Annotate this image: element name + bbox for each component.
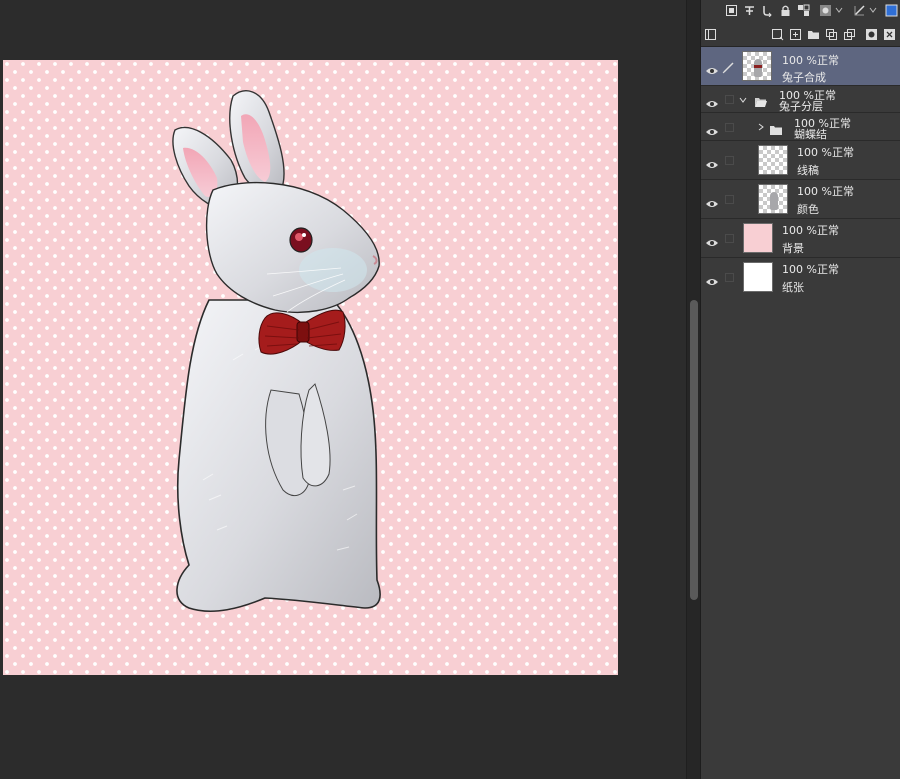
layer-blend-info: 100 %正常	[782, 263, 839, 276]
layer-mask-icon[interactable]	[865, 28, 878, 41]
layer-name[interactable]: 线稿	[797, 162, 819, 178]
layer-color-icon[interactable]	[885, 4, 898, 17]
chevron-down-icon[interactable]	[739, 96, 747, 104]
layers-panel: 100 %正常 兔子合成 100 %正常 兔子分层 100 %正常 蝴蝶结 10…	[700, 0, 900, 779]
layer-name[interactable]: 兔子合成	[782, 69, 826, 85]
reference-layer-icon[interactable]	[743, 4, 756, 17]
layer-row[interactable]: 100 %正常 兔子分层	[701, 86, 900, 113]
canvas-scrollbar[interactable]	[686, 0, 701, 779]
new-folder-icon[interactable]	[807, 28, 820, 41]
eye-icon[interactable]	[705, 194, 719, 207]
layer-effect-icon[interactable]	[725, 4, 738, 17]
layer-row[interactable]: 100 %正常 蝴蝶结	[701, 113, 900, 141]
layer-thumbnail	[758, 145, 788, 175]
layer-lock-toggle[interactable]	[725, 234, 734, 243]
layer-lock-toggle[interactable]	[725, 123, 734, 132]
layer-thumbnail	[742, 51, 772, 81]
layer-row[interactable]: 100 %正常 颜色	[701, 180, 900, 219]
eye-icon[interactable]	[705, 155, 719, 168]
layer-blend-info: 100 %正常	[782, 54, 839, 67]
mask-icon[interactable]	[819, 4, 832, 17]
lock-icon[interactable]	[779, 4, 792, 17]
pen-icon	[722, 59, 736, 74]
layer-row[interactable]: 100 %正常 兔子合成	[701, 47, 900, 86]
ruler-icon[interactable]	[853, 4, 866, 17]
layer-lock-toggle[interactable]	[725, 273, 734, 282]
folder-icon	[769, 121, 783, 135]
layer-thumbnail	[743, 223, 773, 253]
layer-toolbar-top	[701, 0, 900, 25]
eye-icon[interactable]	[705, 272, 719, 285]
layer-lock-toggle[interactable]	[725, 195, 734, 204]
chevron-right-icon[interactable]	[757, 123, 765, 131]
layer-name[interactable]: 颜色	[797, 201, 819, 217]
clipping-icon[interactable]	[761, 4, 774, 17]
layer-lock-toggle[interactable]	[725, 156, 734, 165]
layer-property-icon[interactable]	[704, 28, 717, 41]
layer-row[interactable]: 100 %正常 背景	[701, 219, 900, 258]
eye-icon[interactable]	[705, 61, 719, 74]
merge-down-icon[interactable]	[843, 28, 856, 41]
lock-transparency-icon[interactable]	[797, 4, 810, 17]
folder-open-icon	[754, 93, 768, 107]
layer-lock-toggle[interactable]	[725, 95, 734, 104]
layer-thumbnail	[758, 184, 788, 214]
layer-list-empty-area[interactable]	[701, 296, 900, 779]
layer-name[interactable]: 纸张	[782, 279, 804, 295]
layer-list: 100 %正常 兔子合成 100 %正常 兔子分层 100 %正常 蝴蝶结 10…	[701, 47, 900, 297]
transfer-to-lower-layer-icon[interactable]	[825, 28, 838, 41]
layer-name[interactable]: 蝴蝶结	[794, 126, 827, 142]
layer-blend-info: 100 %正常	[797, 185, 854, 198]
layer-thumbnail	[743, 262, 773, 292]
layer-row[interactable]: 100 %正常 线稿	[701, 141, 900, 180]
scrollbar-thumb[interactable]	[690, 300, 698, 600]
delete-layer-icon[interactable]	[883, 28, 896, 41]
chevron-down-icon[interactable]	[869, 6, 877, 14]
eye-icon[interactable]	[705, 94, 719, 107]
layer-row[interactable]: 100 %正常 纸张	[701, 258, 900, 297]
layer-blend-info: 100 %正常	[797, 146, 854, 159]
layer-blend-info: 100 %正常	[782, 224, 839, 237]
eye-icon[interactable]	[705, 233, 719, 246]
chevron-down-icon[interactable]	[835, 6, 843, 14]
new-layer-icon[interactable]	[789, 28, 802, 41]
rabbit-illustration	[172, 90, 381, 612]
layer-name[interactable]: 兔子分层	[779, 98, 823, 114]
eye-icon[interactable]	[705, 122, 719, 135]
new-vector-layer-icon[interactable]	[771, 28, 784, 41]
layer-toolbar-bottom	[701, 24, 900, 47]
canvas-workspace[interactable]	[0, 0, 686, 779]
drawing-canvas[interactable]	[3, 60, 618, 675]
layer-name[interactable]: 背景	[782, 240, 804, 256]
